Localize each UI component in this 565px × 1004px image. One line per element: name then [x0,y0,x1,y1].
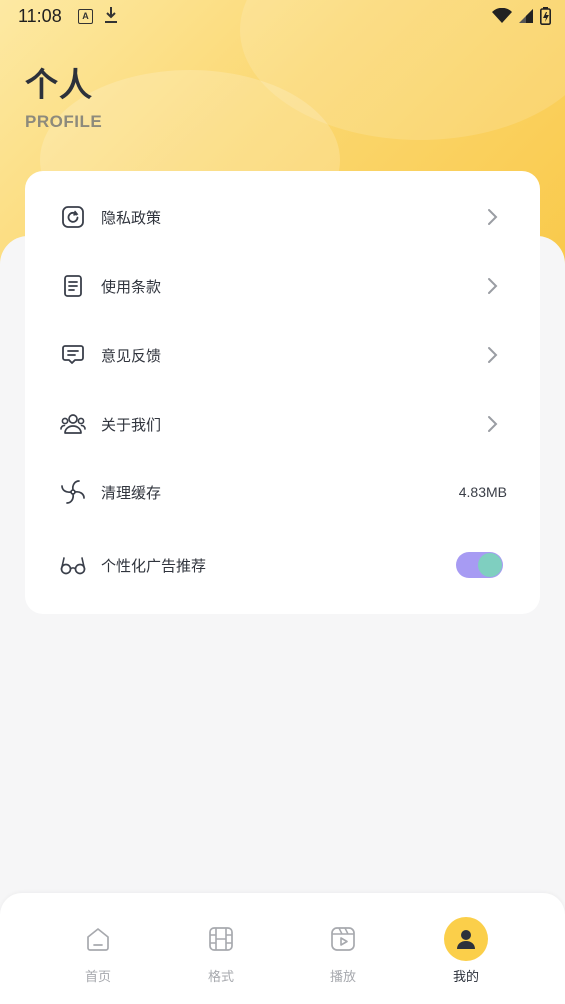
menu-item-about-us[interactable]: 关于我们 [25,394,540,454]
font-notification-icon: A [78,9,93,24]
team-icon [60,411,86,437]
home-icon [85,926,111,952]
chevron-right-icon [486,345,500,365]
tab-play[interactable]: 播放 [293,893,393,1004]
menu-item-label: 意见反馈 [101,347,162,365]
toggle-knob [478,553,502,577]
fan-icon [60,479,86,505]
menu-item-personalized-ads: 个性化广告推荐 [25,535,540,595]
wifi-icon [492,7,512,29]
tab-mine[interactable]: 我的 [416,893,516,1004]
tab-label: 首页 [84,969,111,984]
privacy-icon [60,204,86,230]
play-icon [330,926,356,952]
cache-size-value: 4.83MB [458,484,507,500]
settings-menu: 隐私政策 使用条款 意见反馈 关于我们 清理缓存 4.83MB 个性化广告推荐 [25,171,540,614]
menu-item-terms-of-use[interactable]: 使用条款 [25,256,540,316]
status-time: 11:08 [18,6,62,26]
personalized-ads-toggle[interactable] [456,552,503,578]
tab-format[interactable]: 格式 [171,893,271,1004]
menu-item-privacy-policy[interactable]: 隐私政策 [25,187,540,247]
menu-item-label: 清理缓存 [101,484,162,502]
chevron-right-icon [486,276,500,296]
tab-label: 播放 [329,969,356,984]
status-bar: 11:08 A [0,0,565,32]
document-icon [60,273,86,299]
user-icon [444,917,488,961]
menu-item-label: 使用条款 [101,278,162,296]
signal-icon [518,8,534,29]
page-title: 个人 [25,66,93,103]
chevron-right-icon [486,207,500,227]
page-subtitle: PROFILE [25,112,103,131]
glasses-icon [60,552,86,578]
feedback-icon [60,342,86,368]
chevron-right-icon [486,414,500,434]
battery-icon [540,7,551,30]
tab-home[interactable]: 首页 [48,893,148,1004]
tab-label: 我的 [452,969,479,984]
menu-item-clear-cache[interactable]: 清理缓存 4.83MB [25,462,540,522]
menu-item-label: 关于我们 [101,416,162,434]
menu-item-label: 隐私政策 [101,209,162,227]
menu-item-feedback[interactable]: 意见反馈 [25,325,540,385]
bottom-tab-bar: 首页 格式 播放 我的 [0,893,565,1004]
menu-item-label: 个性化广告推荐 [101,557,207,575]
film-icon [208,926,234,952]
tab-label: 格式 [207,969,234,984]
download-icon [104,6,118,29]
